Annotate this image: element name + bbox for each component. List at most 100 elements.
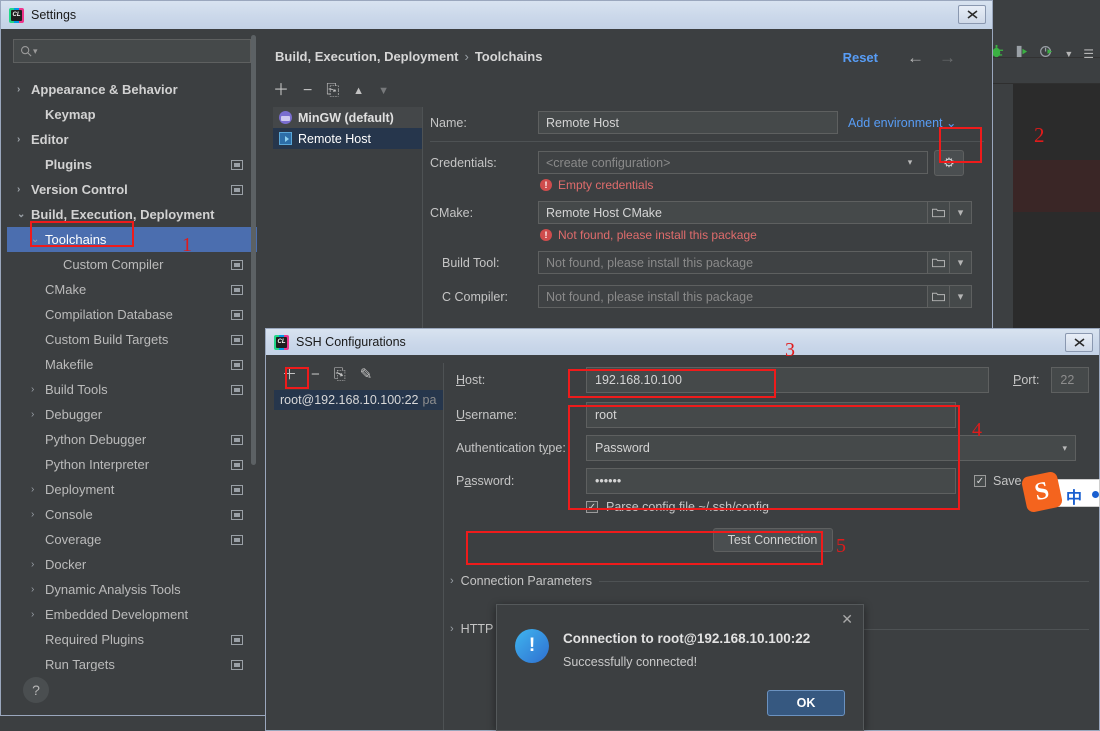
password-input[interactable]: ••••••: [586, 468, 956, 494]
chevron-right-icon[interactable]: ›: [31, 584, 45, 595]
toolchain-toolbar[interactable]: ＋ − ⎘ ▲ ▼: [273, 83, 389, 99]
chevron-right-icon[interactable]: ›: [450, 623, 454, 635]
chevron-down-icon[interactable]: ▾: [900, 157, 920, 168]
chevron-right-icon[interactable]: ›: [31, 609, 45, 620]
ime-mode-indicator[interactable]: 中: [1066, 484, 1082, 508]
name-row: Name: Remote Host Add environment ⌄: [428, 111, 984, 134]
port-input[interactable]: 22: [1051, 367, 1089, 393]
credentials-label: Credentials:: [430, 155, 497, 170]
sidebar-item-deployment[interactable]: › Deployment: [7, 477, 257, 502]
ccompiler-dropdown-button[interactable]: ▾: [950, 285, 972, 308]
add-config-button[interactable]: ＋: [282, 367, 297, 382]
cmake-input[interactable]: Remote Host CMake: [538, 201, 928, 224]
toolchain-item-label: MinGW (default): [298, 110, 394, 125]
sidebar-item-python-debugger[interactable]: Python Debugger: [7, 427, 257, 452]
sidebar-item-makefile[interactable]: Makefile: [7, 352, 257, 377]
move-down-button[interactable]: ▼: [378, 85, 389, 97]
sidebar-item-embedded-development[interactable]: › Embedded Development: [7, 602, 257, 627]
sidebar-item-required-plugins[interactable]: Required Plugins: [7, 627, 257, 652]
folder-icon[interactable]: [928, 201, 950, 224]
sidebar-item-cmake[interactable]: CMake: [7, 277, 257, 302]
copy-config-button[interactable]: ⎘: [334, 367, 346, 382]
copy-toolchain-button[interactable]: ⎘: [326, 83, 339, 99]
sidebar-item-plugins[interactable]: Plugins: [7, 152, 257, 177]
sidebar-item-toolchains[interactable]: ⌄ Toolchains: [7, 227, 257, 252]
nav-back-icon[interactable]: ←: [907, 48, 924, 68]
ime-dot-icon[interactable]: [1092, 491, 1099, 498]
chevron-down-icon[interactable]: ▾: [1062, 443, 1067, 454]
move-up-button[interactable]: ▲: [353, 85, 364, 97]
sidebar-item-python-interpreter[interactable]: Python Interpreter: [7, 452, 257, 477]
search-input[interactable]: ▾: [13, 39, 251, 63]
ccompiler-input[interactable]: Not found, please install this package: [538, 285, 928, 308]
sidebar-item-console[interactable]: › Console: [7, 502, 257, 527]
breadcrumb-root[interactable]: Build, Execution, Deployment: [275, 49, 458, 64]
chevron-right-icon[interactable]: ›: [31, 409, 45, 420]
add-toolchain-button[interactable]: ＋: [273, 83, 289, 99]
tree-scrollbar[interactable]: [251, 35, 256, 465]
chevron-right-icon[interactable]: ›: [17, 184, 31, 195]
sidebar-item-appearance-behavior[interactable]: › Appearance & Behavior: [7, 77, 257, 102]
buildtool-input[interactable]: Not found, please install this package: [538, 251, 928, 274]
add-environment-button[interactable]: Add environment ⌄: [848, 115, 956, 130]
credentials-combo[interactable]: <create configuration> ▾: [538, 151, 928, 174]
connection-parameters-section[interactable]: › Connection Parameters: [450, 574, 1089, 588]
search-dropdown-caret[interactable]: ▾: [33, 46, 38, 57]
chevron-right-icon[interactable]: ›: [17, 134, 31, 145]
sidebar-item-version-control[interactable]: › Version Control: [7, 177, 257, 202]
sidebar-item-run-targets[interactable]: Run Targets: [7, 652, 257, 671]
username-input[interactable]: root: [586, 402, 956, 428]
host-input[interactable]: 192.168.10.100: [586, 367, 990, 393]
reset-button[interactable]: Reset: [843, 50, 878, 65]
chevron-right-icon[interactable]: ›: [31, 559, 45, 570]
port-label: Port:: [1013, 373, 1040, 387]
folder-icon[interactable]: [928, 251, 950, 274]
sidebar-item-custom-build-targets[interactable]: Custom Build Targets: [7, 327, 257, 352]
sidebar-item-keymap[interactable]: Keymap: [7, 102, 257, 127]
buildtool-dropdown-button[interactable]: ▾: [950, 251, 972, 274]
remove-config-button[interactable]: −: [311, 367, 320, 382]
chevron-down-icon[interactable]: ⌄: [17, 209, 31, 220]
sidebar-item-editor[interactable]: › Editor: [7, 127, 257, 152]
sidebar-item-coverage[interactable]: Coverage: [7, 527, 257, 552]
test-connection-button[interactable]: Test Connection: [712, 528, 833, 552]
chevron-right-icon[interactable]: ›: [450, 575, 454, 587]
ssh-config-list-item[interactable]: root@192.168.10.100:22 pa: [274, 390, 443, 410]
settings-close-button[interactable]: [958, 5, 986, 24]
name-input[interactable]: Remote Host: [538, 111, 838, 134]
sidebar-item-build-execution-deployment[interactable]: ⌄ Build, Execution, Deployment: [7, 202, 257, 227]
sidebar-item-custom-compiler[interactable]: Custom Compiler: [7, 252, 257, 277]
sidebar-item-build-tools[interactable]: › Build Tools: [7, 377, 257, 402]
chevron-right-icon[interactable]: ›: [17, 84, 31, 95]
gear-icon[interactable]: ⚙: [934, 149, 964, 176]
settings-tree[interactable]: › Appearance & Behavior Keymap › Editor Plugi…: [7, 77, 257, 671]
sidebar-item-label: Plugins: [45, 157, 92, 172]
edit-config-button[interactable]: ✎: [360, 367, 373, 382]
sidebar-item-label: Build, Execution, Deployment: [31, 207, 215, 222]
sidebar-item-compilation-database[interactable]: Compilation Database: [7, 302, 257, 327]
cmake-dropdown-button[interactable]: ▾: [950, 201, 972, 224]
sidebar-item-debugger[interactable]: › Debugger: [7, 402, 257, 427]
sogou-logo-icon[interactable]: S: [1020, 470, 1064, 514]
test-connection-row: Test Connection: [456, 528, 1089, 552]
folder-icon[interactable]: [928, 285, 950, 308]
popup-ok-button[interactable]: OK: [767, 690, 845, 716]
parse-config-checkbox[interactable]: ✓: [586, 501, 598, 513]
popup-close-icon[interactable]: ✕: [841, 611, 853, 628]
auth-type-combo[interactable]: Password ▾: [586, 435, 1076, 461]
sidebar-item-dynamic-analysis-tools[interactable]: › Dynamic Analysis Tools: [7, 577, 257, 602]
ssh-close-button[interactable]: [1065, 333, 1093, 352]
chevron-right-icon[interactable]: ›: [31, 384, 45, 395]
save-password-checkbox[interactable]: ✓: [974, 475, 986, 487]
ssh-list-toolbar[interactable]: ＋ − ⎘ ✎: [274, 363, 443, 385]
project-scope-badge-icon: [231, 534, 243, 545]
toolchain-list-item[interactable]: MinGW (default): [273, 107, 422, 128]
chevron-right-icon[interactable]: ›: [31, 484, 45, 495]
sidebar-item-docker[interactable]: › Docker: [7, 552, 257, 577]
remove-toolchain-button[interactable]: −: [303, 83, 312, 99]
help-button[interactable]: ?: [23, 677, 49, 703]
toolchain-list-item[interactable]: Remote Host: [273, 128, 422, 149]
nav-forward-icon[interactable]: →: [939, 48, 956, 68]
chevron-right-icon[interactable]: ›: [31, 509, 45, 520]
chevron-down-icon[interactable]: ⌄: [31, 234, 45, 245]
